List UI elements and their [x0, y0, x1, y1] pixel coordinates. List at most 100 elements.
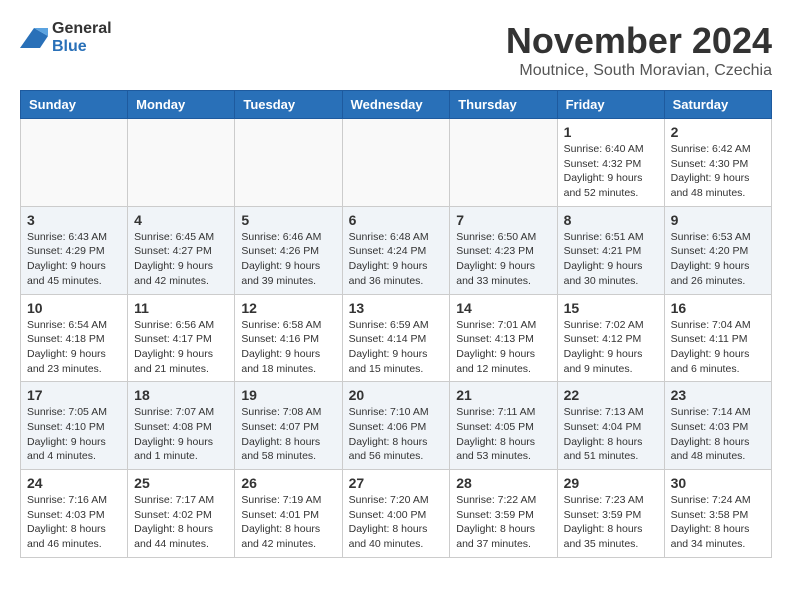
day-number: 10 [27, 300, 121, 316]
day-number: 5 [241, 212, 335, 228]
day-info: Sunrise: 7:22 AM Sunset: 3:59 PM Dayligh… [456, 493, 550, 552]
day-info: Sunrise: 6:42 AM Sunset: 4:30 PM Dayligh… [671, 142, 765, 201]
day-number: 15 [564, 300, 658, 316]
day-info: Sunrise: 6:59 AM Sunset: 4:14 PM Dayligh… [349, 318, 444, 377]
day-info: Sunrise: 6:45 AM Sunset: 4:27 PM Dayligh… [134, 230, 228, 289]
day-number: 16 [671, 300, 765, 316]
table-row [128, 119, 235, 207]
col-sunday: Sunday [21, 91, 128, 119]
col-thursday: Thursday [450, 91, 557, 119]
day-info: Sunrise: 7:14 AM Sunset: 4:03 PM Dayligh… [671, 405, 765, 464]
table-row: 1 Sunrise: 6:40 AM Sunset: 4:32 PM Daylig… [557, 119, 664, 207]
day-info: Sunrise: 7:20 AM Sunset: 4:00 PM Dayligh… [349, 493, 444, 552]
day-number: 9 [671, 212, 765, 228]
day-number: 7 [456, 212, 550, 228]
day-number: 2 [671, 124, 765, 140]
col-monday: Monday [128, 91, 235, 119]
table-row: 18 Sunrise: 7:07 AM Sunset: 4:08 PM Dayli… [128, 382, 235, 470]
table-row: 30 Sunrise: 7:24 AM Sunset: 3:58 PM Dayli… [664, 470, 771, 558]
week-row-1: 3 Sunrise: 6:43 AM Sunset: 4:29 PM Daylig… [21, 206, 772, 294]
day-number: 12 [241, 300, 335, 316]
table-row: 29 Sunrise: 7:23 AM Sunset: 3:59 PM Dayli… [557, 470, 664, 558]
table-row: 10 Sunrise: 6:54 AM Sunset: 4:18 PM Dayli… [21, 294, 128, 382]
day-number: 27 [349, 475, 444, 491]
table-row: 6Sunrise: 6:48 AM Sunset: 4:24 PM Daylig… [342, 206, 450, 294]
day-number: 26 [241, 475, 335, 491]
table-row: 23 Sunrise: 7:14 AM Sunset: 4:03 PM Dayli… [664, 382, 771, 470]
day-info: Sunrise: 7:04 AM Sunset: 4:11 PM Dayligh… [671, 318, 765, 377]
day-number: 11 [134, 300, 228, 316]
day-info: Sunrise: 7:13 AM Sunset: 4:04 PM Dayligh… [564, 405, 658, 464]
day-info: Sunrise: 6:40 AM Sunset: 4:32 PM Dayligh… [564, 142, 658, 201]
day-number: 18 [134, 387, 228, 403]
table-row: 4 Sunrise: 6:45 AM Sunset: 4:27 PM Daylig… [128, 206, 235, 294]
day-info: Sunrise: 7:23 AM Sunset: 3:59 PM Dayligh… [564, 493, 658, 552]
table-row: 12Sunrise: 6:58 AM Sunset: 4:16 PM Dayli… [235, 294, 342, 382]
table-row: 5 Sunrise: 6:46 AM Sunset: 4:26 PM Daylig… [235, 206, 342, 294]
day-info: Sunrise: 6:53 AM Sunset: 4:20 PM Dayligh… [671, 230, 765, 289]
col-wednesday: Wednesday [342, 91, 450, 119]
day-number: 14 [456, 300, 550, 316]
calendar-subtitle: Moutnice, South Moravian, Czechia [506, 62, 772, 80]
day-number: 13 [349, 300, 444, 316]
table-row: 7 Sunrise: 6:50 AM Sunset: 4:23 PM Daylig… [450, 206, 557, 294]
col-tuesday: Tuesday [235, 91, 342, 119]
day-number: 30 [671, 475, 765, 491]
table-row: 2 Sunrise: 6:42 AM Sunset: 4:30 PM Daylig… [664, 119, 771, 207]
col-saturday: Saturday [664, 91, 771, 119]
day-info: Sunrise: 6:54 AM Sunset: 4:18 PM Dayligh… [27, 318, 121, 377]
calendar-title: November 2024 [506, 20, 772, 62]
table-row: 8 Sunrise: 6:51 AM Sunset: 4:21 PM Daylig… [557, 206, 664, 294]
table-row [21, 119, 128, 207]
day-info: Sunrise: 6:56 AM Sunset: 4:17 PM Dayligh… [134, 318, 228, 377]
table-row: 15 Sunrise: 7:02 AM Sunset: 4:12 PM Dayli… [557, 294, 664, 382]
title-section: November 2024 Moutnice, South Moravian, … [506, 20, 772, 80]
day-number: 3 [27, 212, 121, 228]
table-row: 9 Sunrise: 6:53 AM Sunset: 4:20 PM Daylig… [664, 206, 771, 294]
day-number: 23 [671, 387, 765, 403]
day-info: Sunrise: 7:11 AM Sunset: 4:05 PM Dayligh… [456, 405, 550, 464]
day-number: 20 [349, 387, 444, 403]
day-number: 24 [27, 475, 121, 491]
day-info: Sunrise: 6:43 AM Sunset: 4:29 PM Dayligh… [27, 230, 121, 289]
day-number: 21 [456, 387, 550, 403]
table-row [342, 119, 450, 207]
table-row: 28 Sunrise: 7:22 AM Sunset: 3:59 PM Dayli… [450, 470, 557, 558]
day-number: 8 [564, 212, 658, 228]
table-row: 21 Sunrise: 7:11 AM Sunset: 4:05 PM Dayli… [450, 382, 557, 470]
header-row: Sunday Monday Tuesday Wednesday Thursday… [21, 91, 772, 119]
day-info: Sunrise: 7:24 AM Sunset: 3:58 PM Dayligh… [671, 493, 765, 552]
table-row: 20 Sunrise: 7:10 AM Sunset: 4:06 PM Dayli… [342, 382, 450, 470]
day-info: Sunrise: 7:07 AM Sunset: 4:08 PM Dayligh… [134, 405, 228, 464]
day-info: Sunrise: 6:50 AM Sunset: 4:23 PM Dayligh… [456, 230, 550, 289]
day-info: Sunrise: 7:10 AM Sunset: 4:06 PM Dayligh… [349, 405, 444, 464]
day-info: Sunrise: 7:08 AM Sunset: 4:07 PM Dayligh… [241, 405, 335, 464]
day-number: 4 [134, 212, 228, 228]
table-row: 26Sunrise: 7:19 AM Sunset: 4:01 PM Dayli… [235, 470, 342, 558]
day-number: 29 [564, 475, 658, 491]
day-number: 28 [456, 475, 550, 491]
calendar-table: Sunday Monday Tuesday Wednesday Thursday… [20, 90, 772, 558]
logo: General Blue [20, 20, 112, 56]
day-info: Sunrise: 6:51 AM Sunset: 4:21 PM Dayligh… [564, 230, 658, 289]
logo-blue: Blue [52, 38, 87, 55]
table-row [235, 119, 342, 207]
table-row: 24Sunrise: 7:16 AM Sunset: 4:03 PM Dayli… [21, 470, 128, 558]
week-row-2: 10 Sunrise: 6:54 AM Sunset: 4:18 PM Dayli… [21, 294, 772, 382]
table-row: 11 Sunrise: 6:56 AM Sunset: 4:17 PM Dayli… [128, 294, 235, 382]
table-row: 27 Sunrise: 7:20 AM Sunset: 4:00 PM Dayli… [342, 470, 450, 558]
table-row: 16 Sunrise: 7:04 AM Sunset: 4:11 PM Dayli… [664, 294, 771, 382]
week-row-4: 24Sunrise: 7:16 AM Sunset: 4:03 PM Dayli… [21, 470, 772, 558]
day-number: 17 [27, 387, 121, 403]
day-info: Sunrise: 7:05 AM Sunset: 4:10 PM Dayligh… [27, 405, 121, 464]
day-number: 1 [564, 124, 658, 140]
day-info: Sunrise: 6:46 AM Sunset: 4:26 PM Dayligh… [241, 230, 335, 289]
day-info: Sunrise: 7:02 AM Sunset: 4:12 PM Dayligh… [564, 318, 658, 377]
table-row: 3 Sunrise: 6:43 AM Sunset: 4:29 PM Daylig… [21, 206, 128, 294]
day-number: 6 [349, 212, 444, 228]
day-number: 25 [134, 475, 228, 491]
col-friday: Friday [557, 91, 664, 119]
logo-general: General [52, 20, 112, 37]
week-row-0: 1 Sunrise: 6:40 AM Sunset: 4:32 PM Daylig… [21, 119, 772, 207]
table-row: 14Sunrise: 7:01 AM Sunset: 4:13 PM Dayli… [450, 294, 557, 382]
